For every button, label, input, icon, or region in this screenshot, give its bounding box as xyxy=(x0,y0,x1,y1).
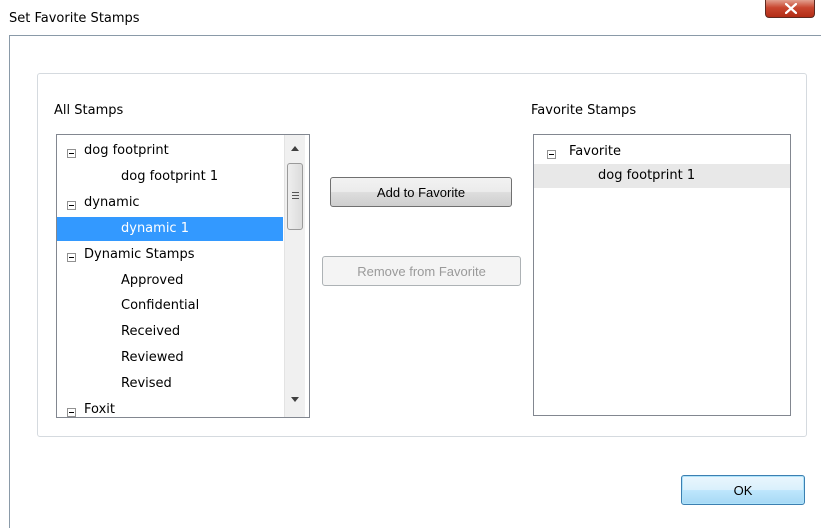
tree-item-label: dog footprint 1 xyxy=(598,168,696,183)
collapse-icon[interactable] xyxy=(67,408,76,417)
tree-item-label: dog footprint xyxy=(84,143,169,158)
favorite-stamps-tree[interactable]: Favorite dog footprint 1 xyxy=(533,134,791,416)
all-stamps-tree[interactable]: dog footprint dog footprint 1 dynamic dynam… xyxy=(56,134,310,418)
collapse-icon[interactable] xyxy=(67,149,76,158)
window-frame-left xyxy=(9,35,10,528)
close-icon xyxy=(785,3,797,14)
tree-item-label: dog footprint 1 xyxy=(121,168,219,184)
tree-item[interactable]: Confidential xyxy=(57,294,283,318)
scrollbar-thumb[interactable] xyxy=(287,163,303,230)
tree-item-label: Confidential xyxy=(121,298,200,314)
tree-item[interactable]: Favorite xyxy=(534,140,790,164)
tree-item-label: dynamic 1 xyxy=(121,220,189,236)
add-to-favorite-button[interactable]: Add to Favorite xyxy=(330,177,512,207)
title-bar: Set Favorite Stamps xyxy=(0,0,821,35)
dialog-title: Set Favorite Stamps xyxy=(9,11,140,26)
all-stamps-label: All Stamps xyxy=(54,103,124,118)
remove-from-favorite-button[interactable]: Remove from Favorite xyxy=(322,256,521,286)
tree-item-label: Approved xyxy=(121,272,184,288)
favorite-stamps-label: Favorite Stamps xyxy=(531,103,637,118)
tree-item[interactable]: Revised xyxy=(57,372,283,396)
tree-item-label: Favorite xyxy=(569,144,621,159)
tree-item[interactable]: Reviewed xyxy=(57,346,283,370)
collapse-icon[interactable] xyxy=(67,200,76,210)
tree-item[interactable]: Dynamic Stamps xyxy=(57,243,283,267)
tree-item[interactable]: dog footprint xyxy=(57,139,283,163)
tree-item-label: Foxit xyxy=(84,402,115,417)
tree-item[interactable]: dynamic xyxy=(57,191,283,215)
tree-item[interactable]: Received xyxy=(57,320,283,344)
grip-line xyxy=(292,195,299,196)
collapse-icon[interactable] xyxy=(547,150,556,159)
vertical-scrollbar[interactable] xyxy=(284,135,305,417)
close-button[interactable] xyxy=(765,0,815,18)
scroll-up-arrow-icon[interactable] xyxy=(291,146,299,151)
tree-item-label: Reviewed xyxy=(121,350,184,366)
ok-button[interactable]: OK xyxy=(681,475,805,505)
grip-line xyxy=(292,192,299,193)
tree-item-label: Received xyxy=(121,324,181,340)
window-frame-top xyxy=(9,35,821,36)
scroll-down-arrow-icon[interactable] xyxy=(291,397,299,402)
tree-item-label: dynamic xyxy=(84,194,140,210)
tree-item[interactable]: Approved xyxy=(57,269,283,293)
tree-item[interactable]: dog footprint 1 xyxy=(534,164,790,188)
tree-item-label: Dynamic Stamps xyxy=(84,246,195,262)
tree-item[interactable]: Foxit xyxy=(57,398,283,417)
tree-item-label: Revised xyxy=(121,376,172,392)
collapse-icon[interactable] xyxy=(67,252,76,262)
tree-item[interactable]: dynamic 1 xyxy=(57,216,283,241)
tree-item[interactable]: dog footprint 1 xyxy=(57,165,283,189)
grip-line xyxy=(292,198,299,199)
